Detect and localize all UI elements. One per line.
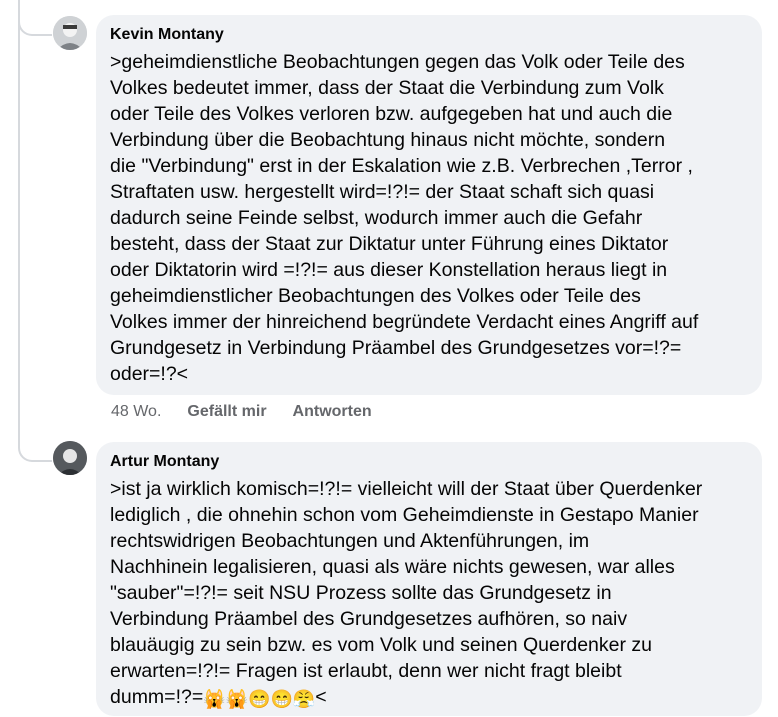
- emoji-sequence: 🙀🙀😁😁😤: [203, 689, 316, 709]
- avatar[interactable]: [53, 441, 87, 475]
- like-button[interactable]: Gefällt mir: [187, 403, 266, 421]
- comment-timestamp[interactable]: 48 Wo.: [111, 403, 161, 421]
- comment-bubble: Artur Montany >ist ja wirklich komisch=!…: [96, 442, 762, 716]
- thread-line: [18, 0, 20, 422]
- avatar[interactable]: [53, 16, 87, 50]
- comment-text-end: <: [315, 686, 327, 708]
- comment-text: >ist ja wirklich komisch=!?!= vielleicht…: [110, 476, 748, 710]
- comment-author[interactable]: Kevin Montany: [110, 25, 748, 45]
- comment-thread: Kevin Montany >geheimdienstliche Beobach…: [0, 0, 778, 717]
- thread-connector: [18, 418, 52, 462]
- comment-text: >geheimdienstliche Beobachtungen gegen d…: [110, 51, 699, 385]
- comment-bubble: Kevin Montany >geheimdienstliche Beobach…: [96, 15, 762, 395]
- comment-actions: 48 Wo. Gefällt mir Antworten: [111, 403, 398, 421]
- comment-author[interactable]: Artur Montany: [110, 452, 748, 472]
- thread-connector: [18, 0, 52, 36]
- comment-text-body: >ist ja wirklich komisch=!?!= vielleicht…: [110, 478, 703, 708]
- reply-button[interactable]: Antworten: [293, 403, 372, 421]
